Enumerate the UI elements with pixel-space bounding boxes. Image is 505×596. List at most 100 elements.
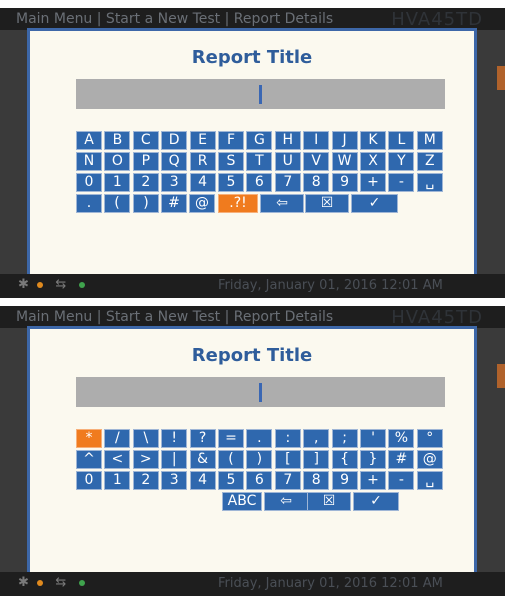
key-char[interactable]: 6 bbox=[246, 471, 273, 490]
key-char[interactable]: Y bbox=[388, 152, 415, 171]
key-char[interactable]: X bbox=[360, 152, 386, 171]
key-char[interactable]: * bbox=[76, 429, 102, 448]
key-char[interactable]: + bbox=[360, 471, 386, 490]
key-abc[interactable]: ABC bbox=[222, 492, 262, 511]
backspace-key[interactable]: ⇦ bbox=[260, 194, 304, 213]
key-char[interactable]: - bbox=[388, 471, 415, 490]
key-char[interactable]: 7 bbox=[274, 173, 301, 192]
breadcrumb[interactable]: Main Menu | Start a New Test | Report De… bbox=[16, 309, 333, 325]
key-char[interactable]: 5 bbox=[218, 471, 244, 490]
key-char[interactable]: . bbox=[246, 429, 273, 448]
key-char[interactable]: < bbox=[104, 450, 131, 469]
space-key[interactable]: ␣ bbox=[416, 471, 443, 490]
key-char[interactable]: L bbox=[388, 131, 415, 150]
key-char[interactable]: 3 bbox=[161, 471, 188, 490]
key-char[interactable]: O bbox=[104, 152, 131, 171]
key-char[interactable]: H bbox=[274, 131, 301, 150]
title-input[interactable] bbox=[76, 79, 445, 109]
key-char[interactable]: | bbox=[161, 450, 188, 469]
key-char[interactable]: V bbox=[303, 152, 330, 171]
key-char[interactable]: 1 bbox=[104, 173, 131, 192]
cancel-key[interactable]: ☒ bbox=[307, 492, 351, 511]
key-char[interactable]: A bbox=[76, 131, 102, 150]
key-char[interactable]: 5 bbox=[218, 173, 244, 192]
key-char[interactable]: + bbox=[360, 173, 386, 192]
key-char[interactable]: J bbox=[331, 131, 358, 150]
key-char[interactable]: \ bbox=[132, 429, 159, 448]
key-char[interactable]: M bbox=[416, 131, 443, 150]
key-char[interactable]: 4 bbox=[189, 471, 216, 490]
key-char[interactable]: K bbox=[360, 131, 386, 150]
key-char[interactable]: @ bbox=[189, 194, 215, 213]
key-char[interactable]: > bbox=[132, 450, 159, 469]
key-char[interactable]: # bbox=[161, 194, 187, 213]
key-char[interactable]: ° bbox=[416, 429, 443, 448]
key-char[interactable]: ) bbox=[246, 450, 273, 469]
key-char[interactable]: % bbox=[388, 429, 415, 448]
key-char[interactable]: / bbox=[104, 429, 131, 448]
space-key[interactable]: ␣ bbox=[416, 173, 443, 192]
key-char[interactable]: 8 bbox=[303, 173, 330, 192]
key-label: O bbox=[111, 153, 123, 169]
key-char[interactable]: R bbox=[189, 152, 216, 171]
key-char[interactable]: ( bbox=[104, 194, 130, 213]
key-char[interactable]: ] bbox=[303, 450, 330, 469]
key-char[interactable]: F bbox=[218, 131, 244, 150]
key-char[interactable]: 1 bbox=[104, 471, 131, 490]
key-char[interactable]: S bbox=[218, 152, 244, 171]
key-char[interactable]: . bbox=[76, 194, 102, 213]
confirm-key[interactable]: ✓ bbox=[351, 194, 398, 213]
key-char[interactable]: { bbox=[331, 450, 358, 469]
key-char[interactable]: G bbox=[246, 131, 273, 150]
cancel-key[interactable]: ☒ bbox=[305, 194, 349, 213]
key-char[interactable]: Q bbox=[161, 152, 188, 171]
key-char[interactable]: Z bbox=[416, 152, 443, 171]
key-char[interactable]: & bbox=[189, 450, 216, 469]
key-char[interactable]: U bbox=[274, 152, 301, 171]
key-char[interactable]: ? bbox=[189, 429, 216, 448]
scroll-handle[interactable] bbox=[497, 364, 505, 388]
key-char[interactable]: C bbox=[132, 131, 159, 150]
key-char[interactable]: } bbox=[360, 450, 386, 469]
key-char[interactable]: 0 bbox=[76, 471, 102, 490]
key-char[interactable]: 7 bbox=[274, 471, 301, 490]
key-char[interactable]: : bbox=[274, 429, 301, 448]
key-char[interactable]: , bbox=[303, 429, 330, 448]
key-char[interactable]: T bbox=[246, 152, 273, 171]
key-char[interactable]: 2 bbox=[132, 173, 159, 192]
key-char[interactable]: 9 bbox=[331, 173, 358, 192]
key-label: ; bbox=[342, 430, 347, 446]
key-char[interactable]: @ bbox=[416, 450, 443, 469]
key-char[interactable]: ; bbox=[331, 429, 358, 448]
key-char[interactable]: N bbox=[76, 152, 102, 171]
backspace-key[interactable]: ⇦ bbox=[264, 492, 308, 511]
breadcrumb[interactable]: Main Menu | Start a New Test | Report De… bbox=[16, 11, 333, 27]
key-char[interactable]: 6 bbox=[246, 173, 273, 192]
key-label: - bbox=[398, 472, 404, 488]
key-char[interactable]: 2 bbox=[132, 471, 159, 490]
key-char[interactable]: I bbox=[303, 131, 330, 150]
key-char[interactable]: [ bbox=[274, 450, 301, 469]
key-char[interactable]: 4 bbox=[189, 173, 216, 192]
key-char[interactable]: # bbox=[388, 450, 415, 469]
key-char[interactable]: ^ bbox=[76, 450, 102, 469]
key-char[interactable]: P bbox=[132, 152, 159, 171]
key-char[interactable]: 0 bbox=[76, 173, 102, 192]
title-input[interactable] bbox=[76, 377, 445, 407]
key-char[interactable]: - bbox=[388, 173, 415, 192]
key-char[interactable]: 8 bbox=[303, 471, 330, 490]
key-char[interactable]: D bbox=[161, 131, 188, 150]
key-char[interactable]: 3 bbox=[161, 173, 188, 192]
key-char[interactable]: ( bbox=[218, 450, 244, 469]
key-char[interactable]: 9 bbox=[331, 471, 358, 490]
scroll-handle[interactable] bbox=[497, 66, 505, 90]
key-char[interactable]: = bbox=[218, 429, 244, 448]
key-char[interactable]: ) bbox=[133, 194, 159, 213]
key-char[interactable]: ' bbox=[360, 429, 386, 448]
confirm-key[interactable]: ✓ bbox=[353, 492, 399, 511]
key-char[interactable]: ! bbox=[161, 429, 188, 448]
key-char[interactable]: E bbox=[189, 131, 216, 150]
key-char[interactable]: W bbox=[331, 152, 358, 171]
key-char[interactable]: B bbox=[104, 131, 131, 150]
key-char[interactable]: .?! bbox=[218, 194, 258, 213]
